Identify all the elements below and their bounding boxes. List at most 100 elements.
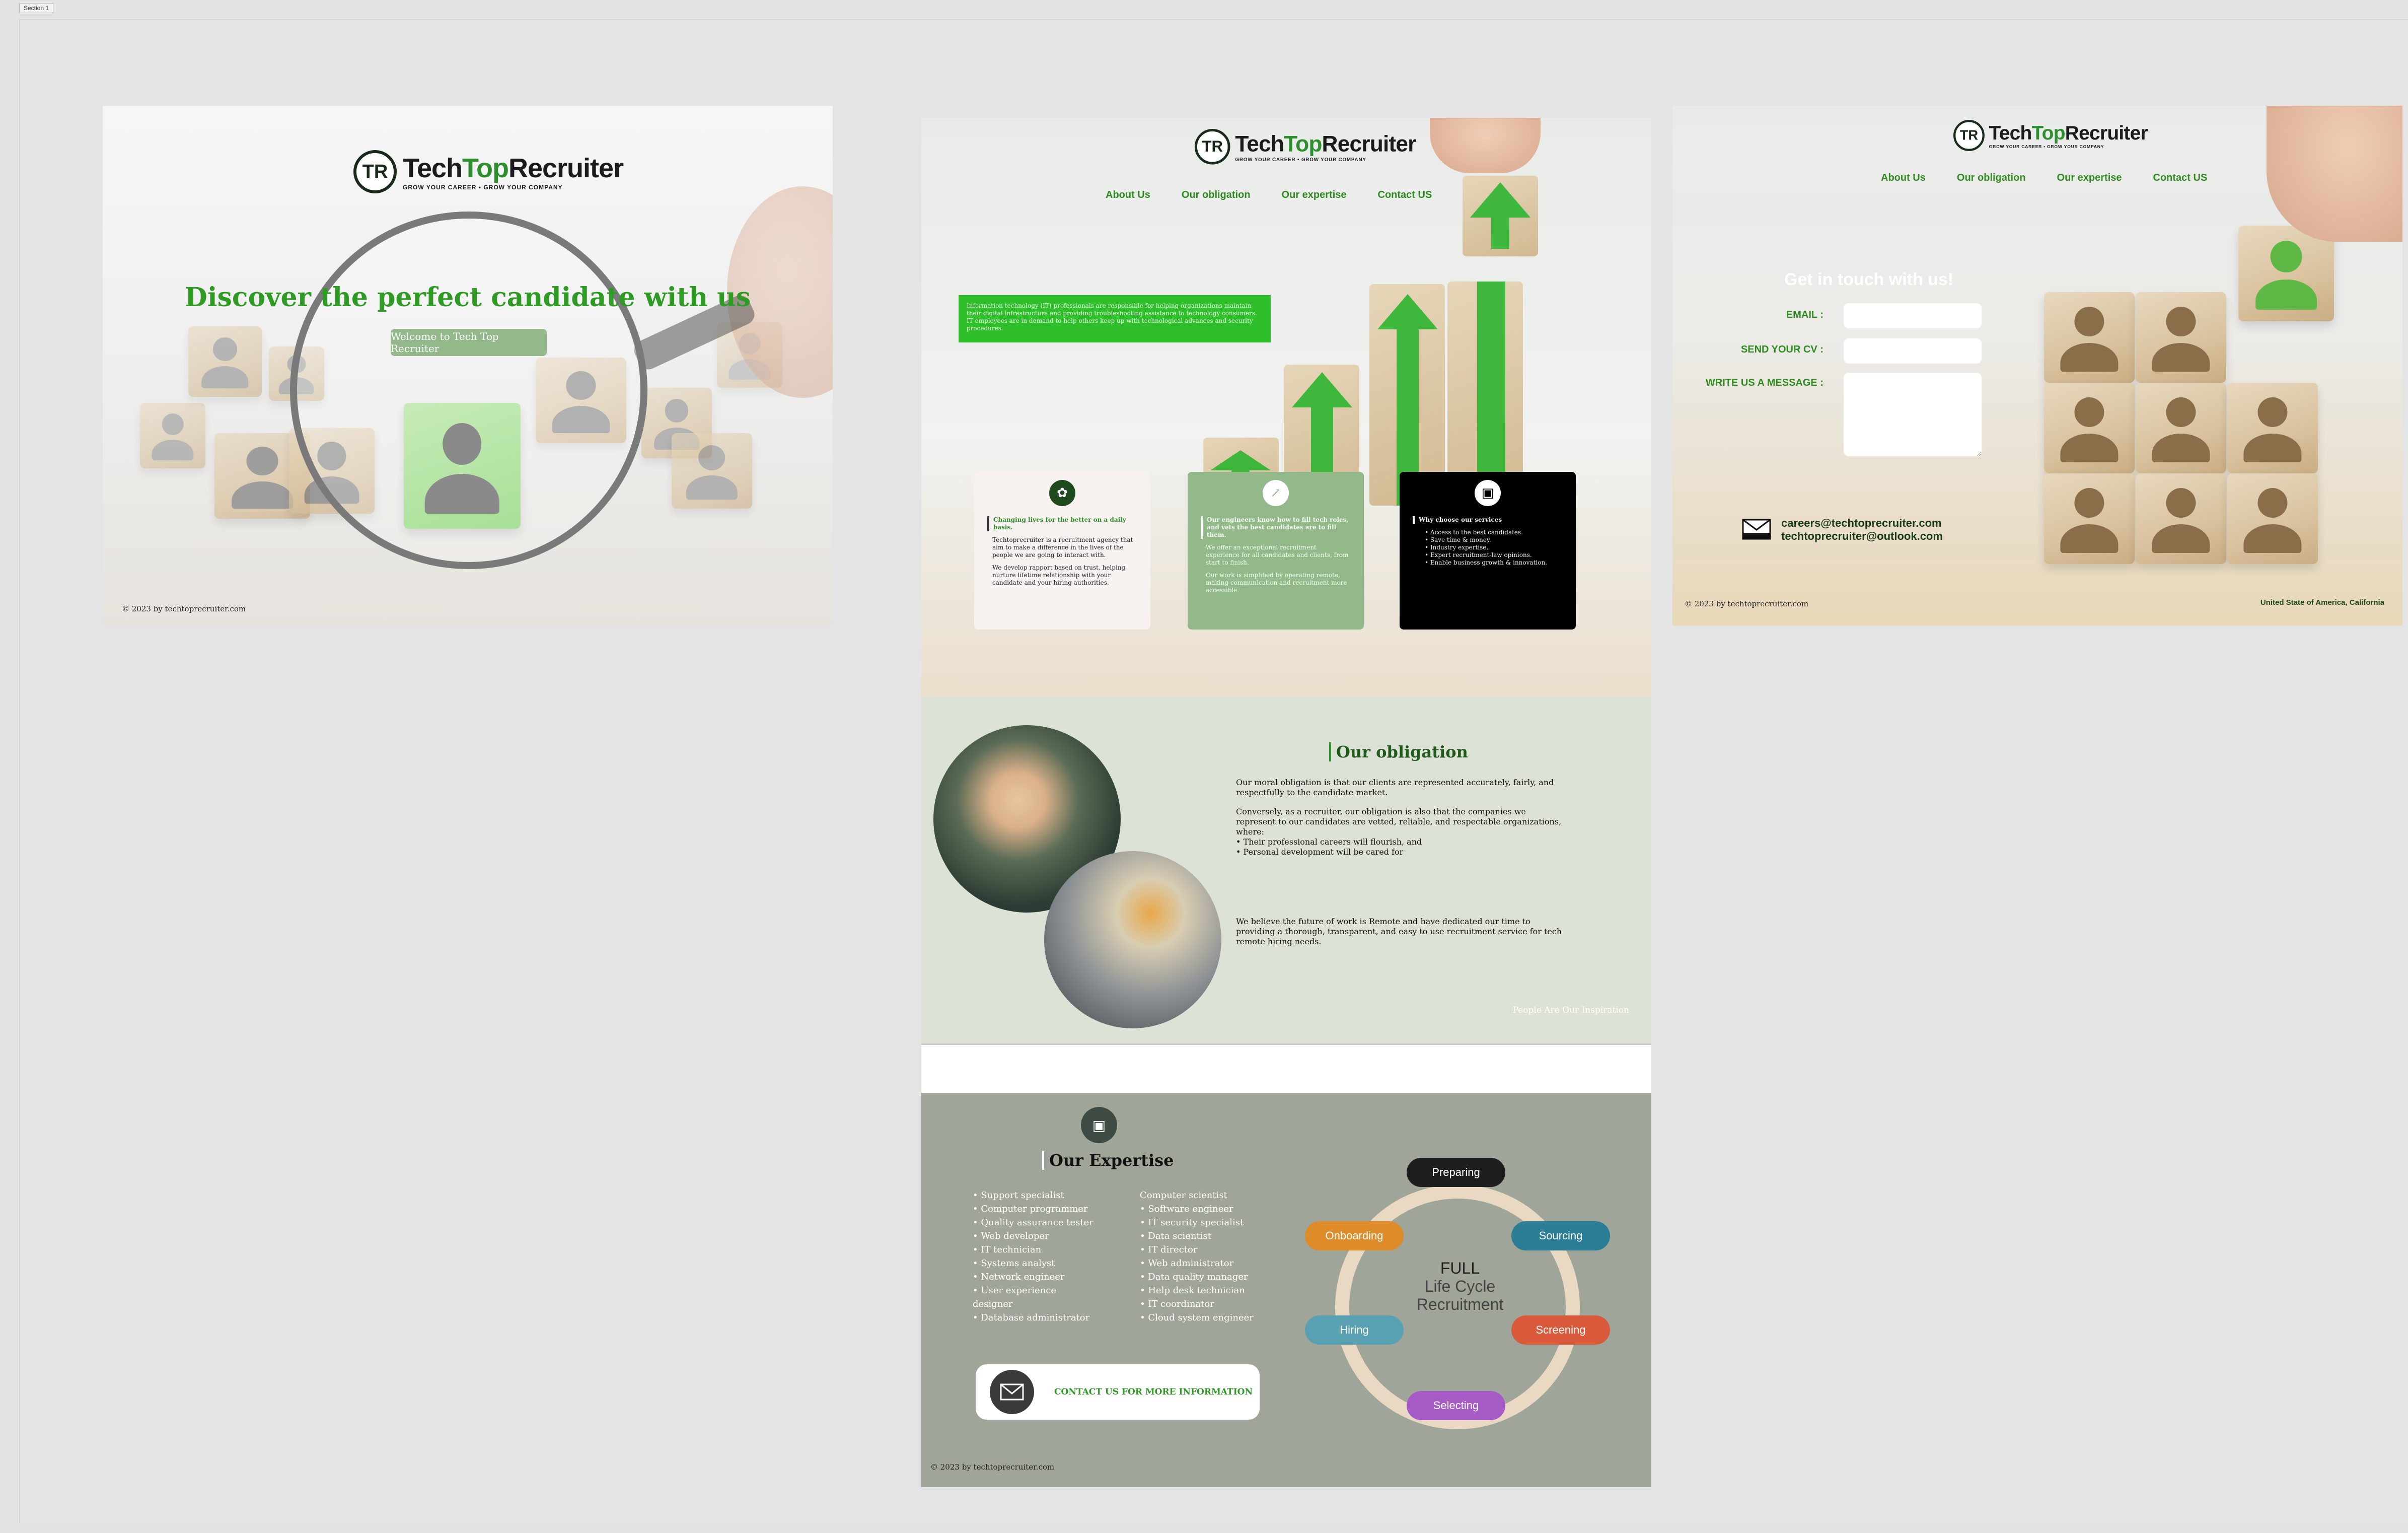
- home-frame: TR TechTopRecruiter GROW YOUR CAREER • G…: [921, 118, 1651, 1487]
- brand-logo[interactable]: TR TechTopRecruiter GROW YOUR CAREER • G…: [1953, 120, 2148, 151]
- expertise-section: ▣ Our Expertise • Support specialist • C…: [921, 1093, 1651, 1487]
- brand-logo[interactable]: TR TechTopRecruiter GROW YOUR CAREER • G…: [1195, 129, 1416, 165]
- skill-item: • Software engineer: [1140, 1204, 1233, 1214]
- nav-our-obligation[interactable]: Our obligation: [1182, 189, 1251, 201]
- lifecycle-center-label: FULL Life Cycle Recruitment: [1416, 1259, 1504, 1313]
- skill-item: Computer scientist: [1140, 1190, 1227, 1201]
- card-title: Changing lives for the better on a daily…: [987, 516, 1137, 531]
- person-cube: [2136, 383, 2226, 473]
- main-nav: About Us Our obligation Our expertise Co…: [1106, 189, 1463, 201]
- skill-item: • IT director: [1140, 1244, 1198, 1255]
- person-cube: [2136, 473, 2226, 564]
- email-label: EMAIL :: [1786, 309, 1823, 320]
- email-input[interactable]: [1844, 303, 1982, 328]
- contact-button-label: CONTACT US FOR MORE INFORMATION: [1054, 1387, 1253, 1397]
- skill-item: • Database administrator: [973, 1312, 1090, 1323]
- skill-item: • Data quality manager: [1140, 1272, 1248, 1282]
- brand-tagline: GROW YOUR CAREER • GROW YOUR COMPANY: [1989, 144, 2104, 150]
- lifecycle-step-screening: Screening: [1511, 1315, 1610, 1345]
- it-info-box: Information technology (IT) professional…: [959, 295, 1271, 342]
- skill-item: • User experience: [973, 1285, 1057, 1296]
- obligation-section: Our obligation Our moral obligation is t…: [921, 697, 1651, 1045]
- careers-email-link[interactable]: careers@techtoprecruiter.com: [1781, 517, 1942, 530]
- card-mission: ✿ Changing lives for the better on a dai…: [974, 472, 1150, 630]
- skills-column-1: • Support specialist • Computer programm…: [973, 1189, 1093, 1325]
- presentation-icon: ▣: [1081, 1107, 1117, 1143]
- lifecycle-step-hiring: Hiring: [1305, 1315, 1404, 1345]
- inspiration-tagline: People Are Our Inspiration: [1512, 1005, 1629, 1015]
- lifecycle-step-preparing: Preparing: [1407, 1158, 1505, 1187]
- skill-item: • Web administrator: [1140, 1258, 1234, 1269]
- skill-item: • Data scientist: [1140, 1231, 1211, 1241]
- growth-arrow-head: [1377, 294, 1438, 329]
- person-cube: [2136, 292, 2226, 383]
- envelope-icon: [990, 1370, 1034, 1414]
- copyright-text: © 2023 by techtoprecruiter.com: [1685, 599, 1809, 608]
- card-text: Techtoprecruiter is a recruitment agency…: [992, 536, 1133, 559]
- person-cube: [2044, 292, 2135, 383]
- nav-contact-us[interactable]: Contact US: [1378, 189, 1432, 201]
- chart-icon: ↗: [1263, 480, 1289, 506]
- skill-item: • IT technician: [973, 1244, 1042, 1255]
- skill-item: • IT security specialist: [1140, 1217, 1244, 1228]
- logo-mark-icon: TR: [1195, 129, 1230, 165]
- brand-logo[interactable]: TR TechTopRecruiter GROW YOUR CAREER • G…: [353, 150, 624, 193]
- nav-contact-us[interactable]: Contact US: [2153, 172, 2208, 184]
- cv-upload-field[interactable]: [1844, 338, 1982, 364]
- lifecycle-step-selecting: Selecting: [1407, 1391, 1505, 1420]
- message-textarea[interactable]: [1844, 373, 1982, 456]
- presentation-icon: ▣: [1475, 480, 1501, 506]
- cv-label: SEND YOUR CV :: [1740, 344, 1823, 355]
- skill-item: • Computer programmer: [973, 1204, 1088, 1214]
- card-why-choose: ▣ Why choose our services Access to the …: [1400, 472, 1576, 630]
- brand-tagline: GROW YOUR CAREER • GROW YOUR COMPANY: [1235, 156, 1366, 163]
- nav-about-us[interactable]: About Us: [1881, 172, 1926, 184]
- section-tag[interactable]: Section 1: [19, 3, 54, 13]
- person-cube: [2227, 473, 2318, 564]
- skill-item: • Quality assurance tester: [973, 1217, 1093, 1228]
- skill-item: • IT coordinator: [1140, 1299, 1214, 1309]
- network-icon: ✿: [1049, 480, 1075, 506]
- home-hero: TR TechTopRecruiter GROW YOUR CAREER • G…: [921, 118, 1651, 697]
- expertise-title: Our Expertise: [1042, 1151, 1174, 1170]
- person-cube: [2044, 473, 2135, 564]
- person-cube: [140, 403, 205, 468]
- contact-frame: TR TechTopRecruiter GROW YOUR CAREER • G…: [1672, 106, 2402, 625]
- location-text: United State of America, California: [2260, 598, 2384, 607]
- highlighted-candidate-cube: [2238, 226, 2334, 321]
- landing-frame: TR TechTopRecruiter GROW YOUR CAREER • G…: [103, 106, 833, 625]
- nav-our-obligation[interactable]: Our obligation: [1957, 172, 2026, 184]
- benefit-item: Access to the best candidates.: [1425, 529, 1563, 536]
- skill-item: • Support specialist: [973, 1190, 1064, 1201]
- logo-mark-icon: TR: [353, 150, 397, 193]
- welcome-button[interactable]: Welcome to Tech Top Recruiter: [391, 329, 547, 356]
- obligation-text: Our moral obligation is that our clients…: [1236, 778, 1554, 797]
- envelope-icon: [1742, 519, 1771, 540]
- person-cube: [2227, 383, 2318, 473]
- outlook-email-link[interactable]: techtoprecruiter@outlook.com: [1781, 530, 1943, 543]
- skill-item: • Web developer: [973, 1231, 1049, 1241]
- logo-mark-icon: TR: [1953, 120, 1985, 151]
- person-cube: [672, 433, 752, 509]
- benefit-item: Expert recruitment-law opinions.: [1425, 551, 1563, 559]
- person-cube: [2044, 383, 2135, 473]
- skill-item: designer: [973, 1299, 1013, 1309]
- growth-arrow-head: [1292, 372, 1352, 407]
- person-cube: [188, 326, 262, 397]
- copyright-text: © 2023 by techtoprecruiter.com: [122, 604, 246, 613]
- nav-our-expertise[interactable]: Our expertise: [1282, 189, 1347, 201]
- nav-about-us[interactable]: About Us: [1106, 189, 1150, 201]
- card-text: We develop rapport based on trust, helpi…: [992, 564, 1126, 586]
- benefit-item: Industry expertise.: [1425, 544, 1563, 551]
- benefit-item: Enable business growth & innovation.: [1425, 559, 1563, 567]
- nav-our-expertise[interactable]: Our expertise: [2057, 172, 2122, 184]
- lifecycle-step-onboarding: Onboarding: [1305, 1221, 1404, 1250]
- skills-column-2: Computer scientist • Software engineer •…: [1140, 1189, 1254, 1325]
- contact-more-info-button[interactable]: CONTACT US FOR MORE INFORMATION: [976, 1364, 1260, 1420]
- skill-item: • Cloud system engineer: [1140, 1312, 1254, 1323]
- hero-title: Discover the perfect candidate with us: [184, 282, 751, 313]
- growth-arrow-head: [1210, 450, 1271, 470]
- growth-arrow-head: [1470, 182, 1530, 218]
- lifecycle-step-sourcing: Sourcing: [1511, 1221, 1610, 1250]
- obligation-bullet: • Personal development will be cared for: [1236, 847, 1404, 857]
